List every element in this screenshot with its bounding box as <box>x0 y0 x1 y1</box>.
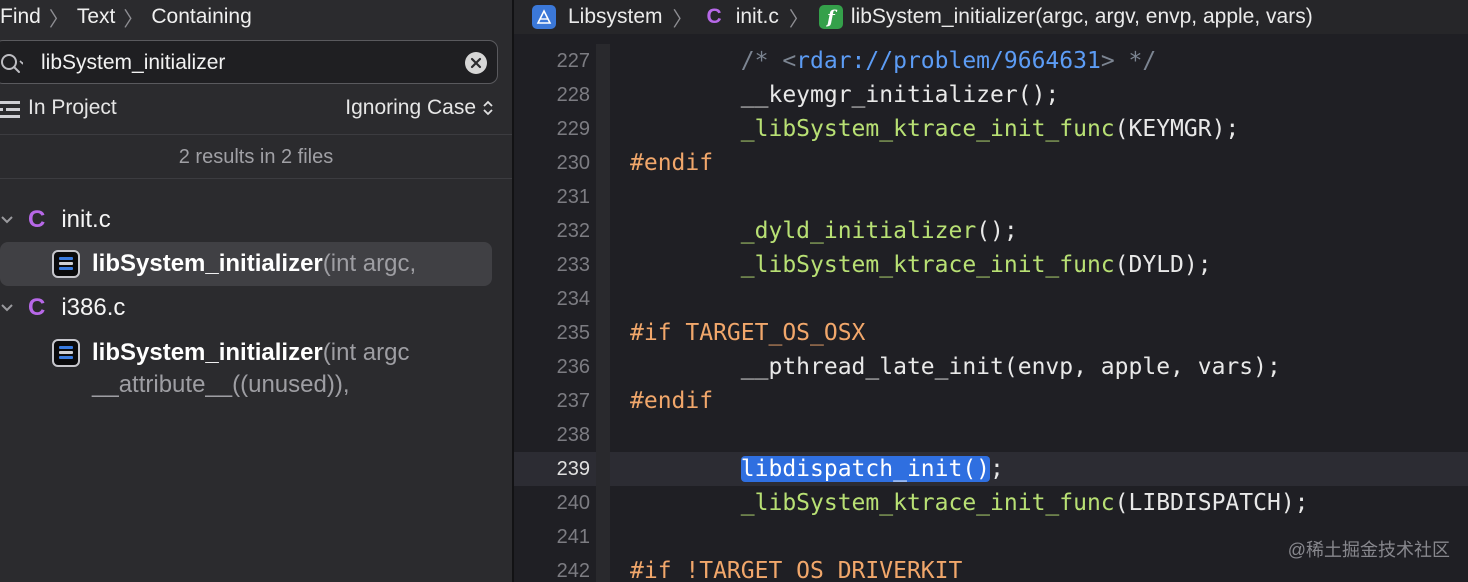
symbol-list-icon <box>52 250 80 278</box>
result-match-row[interactable]: libSystem_initializer(int argc, <box>0 242 492 286</box>
search-input[interactable] <box>41 49 441 77</box>
line-number: 229 <box>556 118 590 140</box>
code-line[interactable]: __pthread_late_init(envp, apple, vars); <box>630 350 1281 384</box>
c-file-icon: C <box>28 206 46 233</box>
code-line[interactable]: _libSystem_ktrace_init_func(DYLD); <box>630 248 1212 282</box>
line-number-gutter: 227 228 229 230 231 232 233 234 235 236 … <box>514 44 594 582</box>
code-line[interactable]: _libSystem_ktrace_init_func(LIBDISPATCH)… <box>630 486 1309 520</box>
code-function: _libSystem_ktrace_init_func <box>740 490 1115 516</box>
code-link: rdar://problem/9664631 <box>796 48 1101 74</box>
c-file-icon: C <box>706 5 722 28</box>
divider <box>0 178 512 179</box>
match-highlight: libSystem_initializer <box>92 250 323 277</box>
line-number: 242 <box>556 560 590 582</box>
code-function: _libSystem_ktrace_init_func <box>740 116 1115 142</box>
case-sensitivity-select[interactable]: Ignoring Case <box>345 96 494 120</box>
breadcrumb-find[interactable]: Find <box>0 5 41 29</box>
code-line-current[interactable]: libdispatch_init(); <box>630 452 1004 486</box>
line-number: 237 <box>556 390 590 412</box>
result-match-text: libSystem_initializer(int argc <box>92 337 409 369</box>
results-summary: 2 results in 2 files <box>178 145 334 168</box>
code-line[interactable]: /* <rdar://problem/9664631> */ <box>630 44 1156 78</box>
line-number: 235 <box>556 322 590 344</box>
result-match-text-continued: __attribute__((unused)), <box>92 371 350 398</box>
find-navigator: Find 〉 Text 〉 Containing In Project Ign <box>0 0 512 582</box>
case-sensitivity-value: Ignoring Case <box>345 96 476 119</box>
divider <box>0 134 512 135</box>
result-match-text: libSystem_initializer(int argc, <box>92 248 416 280</box>
line-number-current: 239 <box>556 458 590 480</box>
match-highlight: libSystem_initializer <box>92 339 323 366</box>
line-number: 233 <box>556 254 590 276</box>
scope-icon[interactable] <box>0 99 20 119</box>
code-line[interactable]: #endif <box>630 146 713 180</box>
search-field[interactable] <box>0 40 498 84</box>
line-number: 228 <box>556 84 590 106</box>
code-line[interactable]: _dyld_initializer(); <box>630 214 1018 248</box>
line-number: 238 <box>556 424 590 446</box>
function-icon: f <box>818 5 843 29</box>
jump-bar: Libsystem 〉 C init.c 〉 f libSystem_initi… <box>514 0 1468 34</box>
disclosure-triangle-icon[interactable] <box>0 213 14 227</box>
chevron-right-icon: 〉 <box>123 8 144 31</box>
find-breadcrumb: Find 〉 Text 〉 Containing <box>0 0 252 34</box>
code-line[interactable]: #if TARGET_OS_OSX <box>630 316 865 350</box>
search-icon[interactable] <box>1 53 23 75</box>
find-options-row: In Project Ignoring Case <box>0 92 512 126</box>
code-line[interactable]: __keymgr_initializer(); <box>630 78 1060 112</box>
code-preprocessor: #endif <box>630 150 714 176</box>
code-comment: /* < <box>740 48 797 74</box>
jump-bar-symbol[interactable]: libSystem_initializer(argc, argv, envp, … <box>851 5 1313 29</box>
jump-bar-project[interactable]: Libsystem <box>568 5 663 29</box>
breadcrumb-containing[interactable]: Containing <box>151 5 251 29</box>
line-number: 227 <box>556 50 590 72</box>
result-file-row[interactable]: C init.c <box>0 200 512 240</box>
code-function: _libSystem_ktrace_init_func <box>740 252 1115 278</box>
code-preprocessor: #if TARGET_OS_OSX <box>630 320 866 346</box>
watermark: @稀土掘金技术社区 <box>1287 540 1450 560</box>
code-function: _dyld_initializer <box>740 218 977 244</box>
chevron-right-icon: 〉 <box>672 8 693 31</box>
line-number: 240 <box>556 492 590 514</box>
code-line[interactable]: _libSystem_ktrace_init_func(KEYMGR); <box>630 112 1240 146</box>
disclosure-triangle-icon[interactable] <box>0 301 14 315</box>
scope-selector[interactable]: In Project <box>28 96 117 120</box>
match-context: (int argc, <box>322 250 417 277</box>
line-number: 234 <box>556 288 590 310</box>
result-match-row[interactable]: libSystem_initializer(int argc __attribu… <box>0 334 492 406</box>
symbol-list-icon <box>52 339 80 367</box>
line-number: 232 <box>556 220 590 242</box>
code-preprocessor: #endif <box>630 388 714 414</box>
source-editor: Libsystem 〉 C init.c 〉 f libSystem_initi… <box>514 0 1468 582</box>
code-comment: > */ <box>1100 48 1157 74</box>
close-icon <box>470 57 482 69</box>
c-file-icon: C <box>28 294 46 321</box>
breadcrumb-text[interactable]: Text <box>77 5 116 29</box>
jump-bar-file[interactable]: init.c <box>736 5 779 29</box>
chevron-right-icon: 〉 <box>788 8 809 31</box>
clear-search-button[interactable] <box>465 52 487 74</box>
line-number: 241 <box>556 526 590 548</box>
line-number: 236 <box>556 356 590 378</box>
result-file-row[interactable]: C i386.c <box>0 288 512 328</box>
line-number: 230 <box>556 152 590 174</box>
project-icon[interactable] <box>532 5 556 29</box>
match-context: (int argc <box>322 339 410 366</box>
code-line[interactable]: #if !TARGET_OS_DRIVERKIT <box>630 554 962 582</box>
line-number: 231 <box>556 186 590 208</box>
code-line[interactable]: #endif <box>630 384 713 418</box>
code-selection: libdispatch_init() <box>740 456 991 482</box>
result-file-name: i386.c <box>61 294 126 321</box>
code-preprocessor: #if !TARGET_OS_DRIVERKIT <box>630 558 963 582</box>
result-file-name: init.c <box>61 206 111 233</box>
code-text-area[interactable]: /* <rdar://problem/9664631> */ __keymgr_… <box>594 44 1468 582</box>
up-down-chevron-icon <box>483 100 493 116</box>
chevron-right-icon: 〉 <box>48 8 69 31</box>
